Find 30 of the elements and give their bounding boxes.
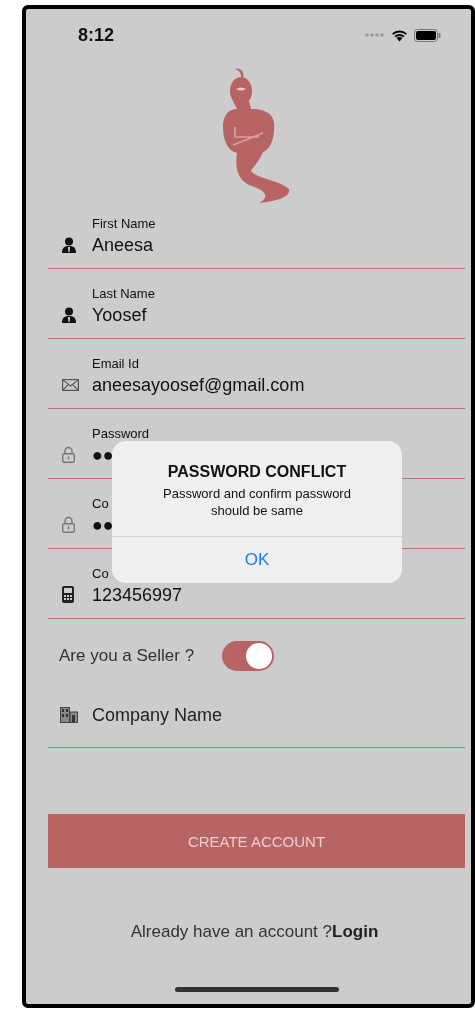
field-label: Co [92, 565, 109, 581]
field-value[interactable]: Yoosef [92, 304, 147, 326]
lock-icon [62, 446, 75, 463]
field-label: Last Name [92, 285, 155, 301]
status-time: 8:12 [78, 24, 115, 46]
seller-label: Are you a Seller ? [59, 646, 195, 666]
battery-icon [414, 28, 441, 42]
login-prompt: Already have an account ? [130, 922, 332, 942]
field-value[interactable]: Aneesa [92, 234, 154, 256]
field-value[interactable]: 123456997 [92, 584, 183, 606]
field-label: First Name [92, 215, 156, 231]
building-icon [60, 707, 78, 723]
alert-message: Password and confirm password should be same [162, 485, 352, 519]
field-value[interactable]: ●● [92, 514, 114, 536]
field-label: Co [92, 495, 109, 511]
lock-icon [62, 516, 75, 533]
person-icon [62, 306, 76, 323]
field-value[interactable]: aneesayoosef@gmail.com [92, 374, 305, 396]
phone-icon [62, 586, 74, 603]
field-label: Email Id [92, 355, 139, 371]
wifi-icon [391, 28, 408, 42]
company-name-field[interactable]: Company Name [92, 704, 392, 726]
alert-title: PASSWORD CONFLICT [167, 463, 347, 481]
seller-toggle[interactable] [222, 641, 275, 671]
signal-icon [365, 33, 385, 37]
login-link[interactable]: Login [332, 922, 379, 942]
person-icon [62, 236, 76, 253]
field-value[interactable]: ●● [92, 444, 114, 466]
envelope-icon [62, 378, 79, 391]
field-label: Password [92, 425, 150, 441]
